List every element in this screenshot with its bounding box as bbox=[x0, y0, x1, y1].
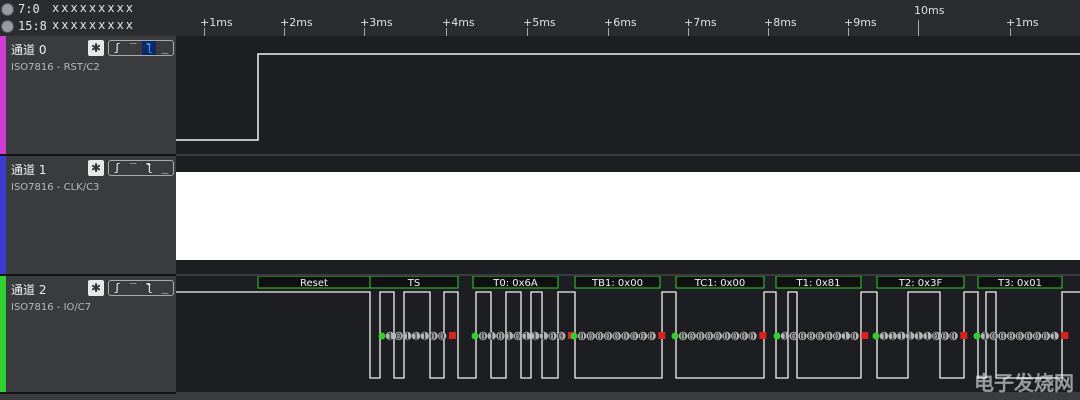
trigger-selector[interactable]: ʃ ‾ ƪ _ bbox=[108, 280, 174, 296]
protocol-frame-label: TC1: 0x00 bbox=[694, 278, 745, 289]
gear-icon[interactable]: ✱ bbox=[88, 280, 104, 296]
clk-waveform bbox=[176, 172, 1080, 260]
start-bit-marker bbox=[570, 332, 578, 340]
bit-value-label: 0101011100 bbox=[480, 332, 566, 343]
bit-value-label: 1011100 bbox=[387, 332, 447, 343]
rising-edge-icon[interactable]: ʃ bbox=[110, 281, 124, 295]
stop-bit-error-marker bbox=[448, 332, 456, 339]
ruler-tick-mark bbox=[918, 20, 919, 36]
ruler-tick-mark bbox=[688, 28, 689, 36]
low-level-icon[interactable]: _ bbox=[158, 161, 172, 175]
ruler-tick-mark bbox=[527, 28, 528, 36]
ruler-tick-mark bbox=[364, 28, 365, 36]
protocol-frame-label: Reset bbox=[300, 278, 328, 289]
channel-wave-2[interactable]: Reset TS T0: 0x6A TB1: 0x00 TC1: 0x00 T1: 0x8… bbox=[176, 276, 1080, 394]
channel-wave-1[interactable] bbox=[176, 156, 1080, 276]
stop-bit-error-marker bbox=[1061, 332, 1069, 339]
bit-value-label: 100000001 bbox=[982, 332, 1060, 343]
channel-header-1[interactable]: 通道 1 ISO7816 - CLK/C3 ✱ ʃ ‾ ƪ _ bbox=[0, 156, 176, 276]
high-level-icon[interactable]: ‾ bbox=[126, 281, 140, 295]
bus-row-15-8[interactable]: 15:8 xxxxxxxxx bbox=[0, 18, 176, 35]
ruler-tick-mark bbox=[848, 28, 849, 36]
protocol-frame-label: TS bbox=[407, 278, 420, 289]
falling-edge-icon[interactable]: ƪ bbox=[142, 41, 156, 55]
ruler-tick-mark bbox=[284, 28, 285, 36]
channel-signal-label: ISO7816 - RST/C2 bbox=[11, 62, 100, 73]
ruler-tick-mark bbox=[768, 28, 769, 36]
bus-row-7-0[interactable]: 7:0 xxxxxxxxx bbox=[0, 1, 176, 18]
trigger-selector[interactable]: ʃ ‾ ƪ _ bbox=[108, 40, 174, 56]
gear-icon[interactable]: ✱ bbox=[88, 160, 104, 176]
bus-bits-value: xxxxxxxxx bbox=[52, 18, 136, 32]
high-level-icon[interactable]: ‾ bbox=[126, 41, 140, 55]
protocol-frame-label: T1: 0x81 bbox=[795, 278, 840, 289]
rst-waveform bbox=[176, 53, 1080, 141]
bus-header: 7:0 xxxxxxxxx 15:8 xxxxxxxxx bbox=[0, 0, 176, 37]
protocol-frame-label: T2: 0x3F bbox=[898, 278, 943, 289]
channel-name: 通道 0 bbox=[11, 43, 47, 57]
channel-header-0[interactable]: 通道 0 ISO7816 - RST/C2 ✱ ʃ ‾ ƪ _ bbox=[0, 36, 176, 156]
start-bit-marker bbox=[471, 332, 479, 340]
low-level-icon[interactable]: _ bbox=[158, 281, 172, 295]
stop-bit-error-marker bbox=[658, 332, 666, 339]
start-bit-marker bbox=[773, 332, 781, 340]
channel-color-bar bbox=[0, 36, 6, 154]
bit-value-label: 000000000 bbox=[680, 332, 758, 343]
bus-range-label: 15:8 bbox=[18, 19, 47, 33]
high-level-icon[interactable]: ‾ bbox=[126, 161, 140, 175]
ruler-tick-mark bbox=[1010, 28, 1011, 36]
low-level-icon[interactable]: _ bbox=[158, 41, 172, 55]
channel-name: 通道 2 bbox=[11, 283, 47, 297]
trigger-selector[interactable]: ʃ ‾ ƪ _ bbox=[108, 160, 174, 176]
start-bit-marker bbox=[671, 332, 679, 340]
rising-edge-icon[interactable]: ʃ bbox=[110, 41, 124, 55]
channel-name: 通道 1 bbox=[11, 163, 47, 177]
bit-value-label: 000000000 bbox=[579, 332, 657, 343]
stop-bit-error-marker bbox=[861, 332, 869, 339]
channel-header-2[interactable]: 通道 2 ISO7816 - IO/C7 ✱ ʃ ‾ ƪ _ bbox=[0, 276, 176, 394]
ruler-tick-mark bbox=[204, 28, 205, 36]
ruler-tick-mark bbox=[446, 28, 447, 36]
start-bit-marker bbox=[973, 332, 981, 340]
bus-toggle-icon[interactable] bbox=[1, 3, 14, 16]
channel-wave-0[interactable] bbox=[176, 36, 1080, 156]
start-bit-marker bbox=[872, 332, 880, 340]
channel-color-bar bbox=[0, 156, 6, 274]
rising-edge-icon[interactable]: ʃ bbox=[110, 161, 124, 175]
logic-analyzer-window: 7:0 xxxxxxxxx 15:8 xxxxxxxxx +1ms +2ms +3m… bbox=[0, 0, 1080, 400]
start-bit-marker bbox=[378, 332, 386, 340]
stop-bit-error-marker bbox=[960, 332, 968, 339]
protocol-frame-label: T0: 0x6A bbox=[492, 278, 538, 289]
bus-range-label: 7:0 bbox=[18, 2, 40, 16]
falling-edge-icon[interactable]: ƪ bbox=[142, 281, 156, 295]
ruler-tick-label: 10ms bbox=[914, 4, 945, 17]
bit-value-label: 100000010 bbox=[782, 332, 860, 343]
io-waveform: Reset TS T0: 0x6A TB1: 0x00 TC1: 0x00 T1: 0x8… bbox=[176, 276, 1080, 379]
next-channel-edge bbox=[0, 394, 1080, 400]
channel-signal-label: ISO7816 - CLK/C3 bbox=[11, 182, 100, 193]
stop-bit-error-marker bbox=[759, 332, 767, 339]
bus-toggle-icon[interactable] bbox=[1, 20, 14, 33]
watermark: 电子发烧网 bbox=[974, 371, 1074, 395]
channel-signal-label: ISO7816 - IO/C7 bbox=[11, 302, 92, 313]
bit-value-label: 111111000 bbox=[881, 332, 959, 343]
time-ruler[interactable]: +1ms +2ms +3ms +4ms +5ms +6ms +7ms +8ms +9ms 10ms… bbox=[176, 0, 1080, 37]
protocol-frame-label: T3: 0x01 bbox=[997, 278, 1042, 289]
falling-edge-icon[interactable]: ƪ bbox=[142, 161, 156, 175]
protocol-frame-label: TB1: 0x00 bbox=[591, 278, 643, 289]
bus-bits-value: xxxxxxxxx bbox=[52, 1, 136, 15]
channel-color-bar bbox=[0, 276, 6, 392]
gear-icon[interactable]: ✱ bbox=[88, 40, 104, 56]
ruler-tick-mark bbox=[608, 28, 609, 36]
